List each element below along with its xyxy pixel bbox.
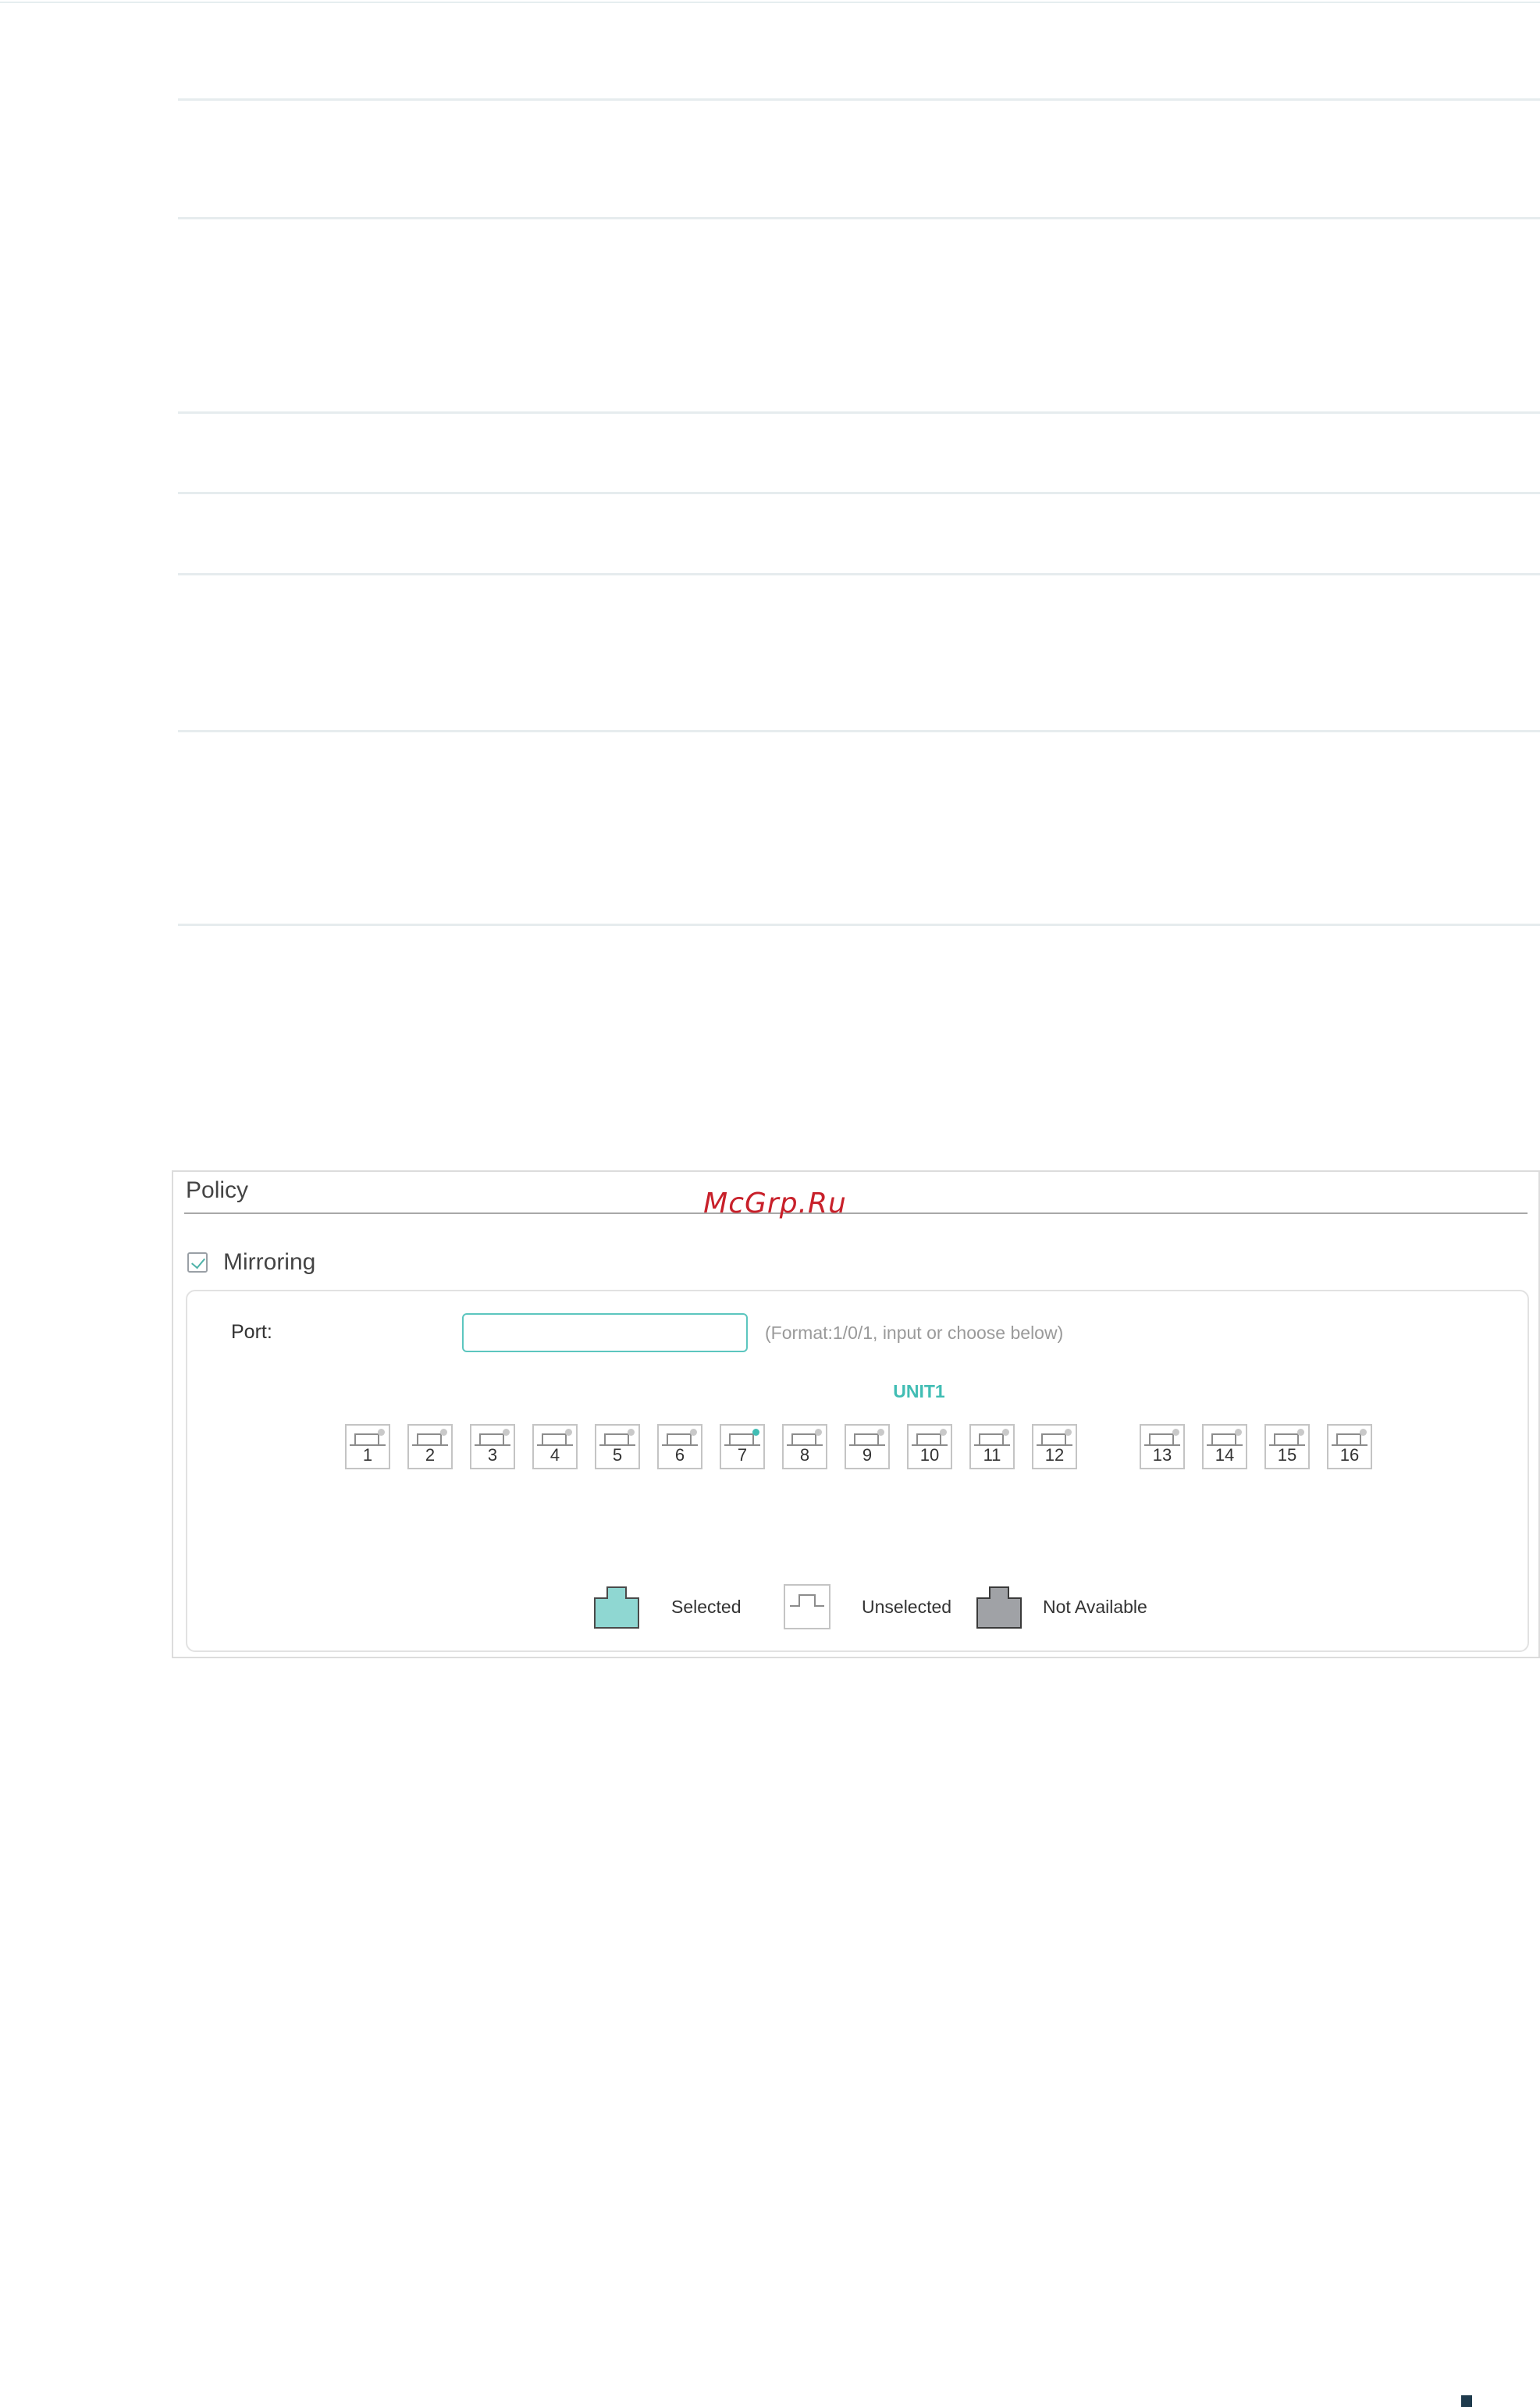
port-number: 11 xyxy=(983,1445,1001,1465)
port-input[interactable] xyxy=(462,1313,748,1352)
table-divider-7 xyxy=(178,924,1540,926)
port-number: 8 xyxy=(799,1445,810,1465)
legend-selected: Selected xyxy=(671,1597,742,1617)
port-2[interactable]: 2 xyxy=(407,1424,453,1469)
port-number: 13 xyxy=(1152,1445,1172,1465)
legend: Selected Unselected Not Available xyxy=(187,1584,1528,1629)
top-border-line xyxy=(0,2,1540,3)
table-divider-4 xyxy=(178,492,1540,494)
port-led-icon xyxy=(1172,1429,1179,1436)
port-number: 9 xyxy=(862,1445,873,1465)
port-1[interactable]: 1 xyxy=(345,1424,390,1469)
port-number: 6 xyxy=(674,1445,685,1465)
port-6[interactable]: 6 xyxy=(657,1424,702,1469)
port-number: 5 xyxy=(612,1445,623,1465)
port-7[interactable]: 7 xyxy=(720,1424,765,1469)
port-label: Port: xyxy=(231,1321,272,1343)
mirroring-port-box: Port: (Format:1/0/1, input or choose bel… xyxy=(186,1290,1529,1652)
port-number: 15 xyxy=(1277,1445,1297,1465)
port-15[interactable]: 15 xyxy=(1264,1424,1310,1469)
port-13[interactable]: 13 xyxy=(1140,1424,1185,1469)
port-led-icon xyxy=(1002,1429,1009,1436)
selected-port-icon xyxy=(594,1586,639,1629)
table-divider-6 xyxy=(178,730,1540,732)
table-divider-3 xyxy=(178,411,1540,414)
port-16[interactable]: 16 xyxy=(1327,1424,1372,1469)
mirroring-checkbox[interactable] xyxy=(187,1252,208,1273)
port-led-icon xyxy=(940,1429,947,1436)
port-led-icon xyxy=(877,1429,884,1436)
watermark: McGrp.Ru xyxy=(703,1187,847,1220)
port-12[interactable]: 12 xyxy=(1032,1424,1077,1469)
port-number: 2 xyxy=(425,1445,436,1465)
port-number: 14 xyxy=(1215,1445,1235,1465)
port-format-hint: (Format:1/0/1, input or choose below) xyxy=(765,1323,1064,1343)
port-led-icon xyxy=(565,1429,572,1436)
page-corner-mark xyxy=(1461,2395,1472,2407)
port-led-icon xyxy=(503,1429,510,1436)
port-led-icon xyxy=(752,1429,759,1436)
port-led-icon xyxy=(815,1429,822,1436)
port-number: 4 xyxy=(549,1445,560,1465)
port-5[interactable]: 5 xyxy=(595,1424,640,1469)
port-4[interactable]: 4 xyxy=(532,1424,578,1469)
port-led-icon xyxy=(628,1429,635,1436)
port-11[interactable]: 11 xyxy=(969,1424,1015,1469)
not-available-port-icon xyxy=(976,1586,1022,1629)
port-3[interactable]: 3 xyxy=(470,1424,515,1469)
port-14[interactable]: 14 xyxy=(1202,1424,1247,1469)
table-divider-2 xyxy=(178,217,1540,219)
port-number: 7 xyxy=(737,1445,748,1465)
legend-not-available: Not Available xyxy=(1043,1597,1147,1617)
port-number: 3 xyxy=(487,1445,498,1465)
port-number: 16 xyxy=(1339,1445,1360,1465)
port-led-icon xyxy=(690,1429,697,1436)
legend-unselected: Unselected xyxy=(862,1597,952,1617)
policy-title-rule xyxy=(184,1212,1528,1214)
table-divider-1 xyxy=(178,98,1540,101)
port-9[interactable]: 9 xyxy=(845,1424,890,1469)
port-led-icon xyxy=(1235,1429,1242,1436)
port-led-icon xyxy=(1297,1429,1304,1436)
port-8[interactable]: 8 xyxy=(782,1424,827,1469)
port-led-icon xyxy=(440,1429,447,1436)
unit-label: UNIT1 xyxy=(893,1381,945,1401)
mirroring-label: Mirroring xyxy=(223,1249,316,1275)
mirroring-row[interactable]: Mirroring xyxy=(187,1247,315,1278)
port-led-icon xyxy=(1360,1429,1367,1436)
port-10[interactable]: 10 xyxy=(907,1424,952,1469)
unselected-port-icon xyxy=(784,1584,830,1629)
port-number: 10 xyxy=(919,1445,940,1465)
policy-title: Policy xyxy=(186,1177,249,1203)
policy-panel: Policy Mirroring Port: (Format:1/0/1, in… xyxy=(172,1170,1540,1658)
port-led-icon xyxy=(1065,1429,1072,1436)
table-divider-5 xyxy=(178,573,1540,575)
port-number: 1 xyxy=(362,1445,373,1465)
port-number: 12 xyxy=(1044,1445,1065,1465)
port-led-icon xyxy=(378,1429,385,1436)
